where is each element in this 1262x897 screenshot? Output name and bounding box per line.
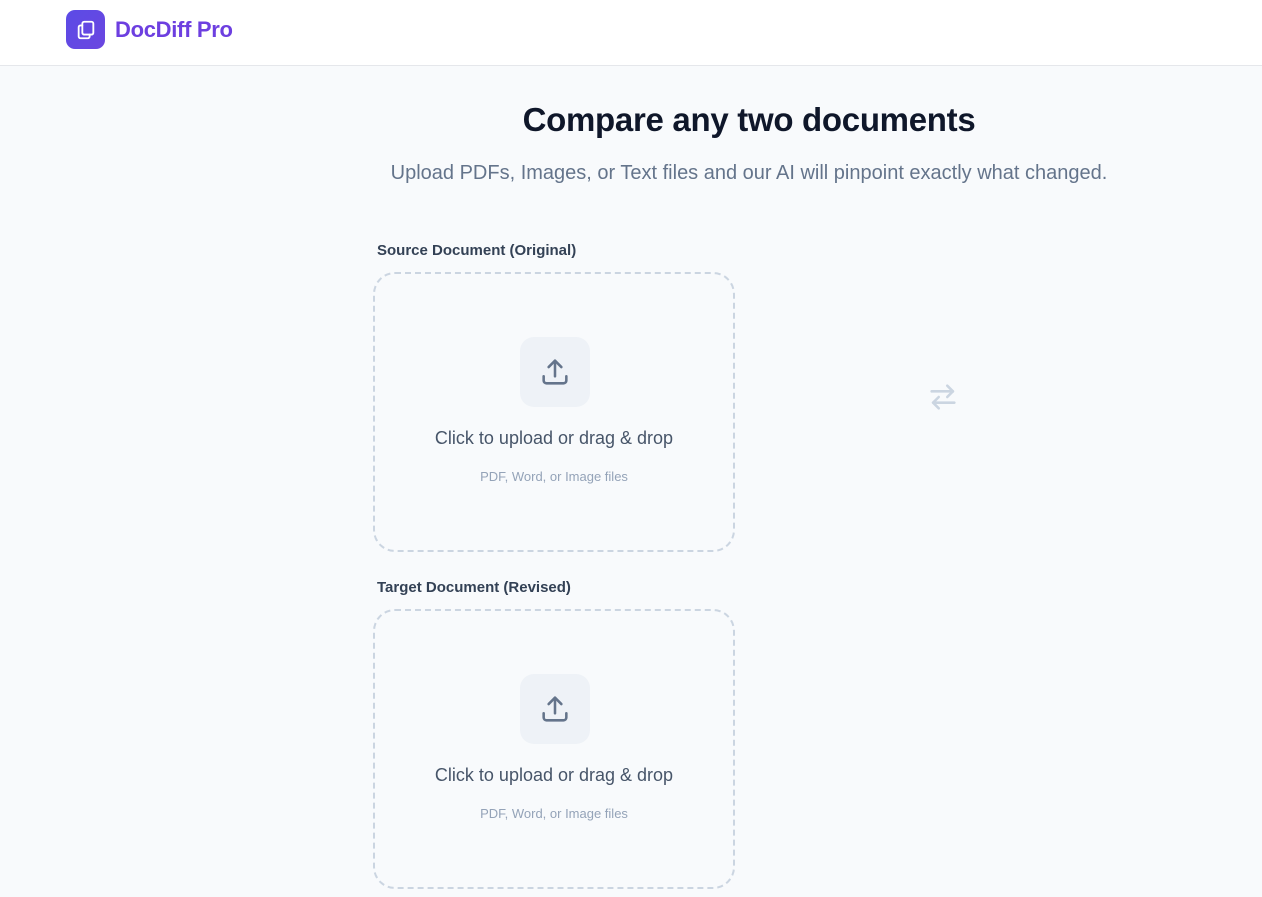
source-upload-text: Click to upload or drag & drop — [434, 428, 674, 448]
target-file-types: PDF, Word, or Image files — [480, 806, 628, 821]
logo[interactable] — [66, 10, 105, 49]
source-upload-icon-box — [520, 337, 590, 407]
page-subtitle: Upload PDFs, Images, or Text files and o… — [390, 162, 1108, 184]
source-document-label: Source Document (Original) — [377, 242, 577, 259]
copy-icon — [77, 20, 94, 39]
upload-icon — [542, 696, 568, 722]
target-dropzone[interactable]: Click to upload or drag & drop PDF, Word… — [373, 609, 735, 889]
source-file-types: PDF, Word, or Image files — [480, 469, 628, 484]
target-upload-text: Click to upload or drag & drop — [434, 765, 674, 785]
source-dropzone[interactable]: Click to upload or drag & drop PDF, Word… — [373, 272, 735, 552]
swap-arrows-icon[interactable] — [926, 380, 960, 414]
page-title: Compare any two documents — [522, 101, 976, 138]
upload-icon — [542, 359, 568, 385]
app-header: DocDiff Pro — [0, 0, 1262, 66]
target-upload-icon-box — [520, 674, 590, 744]
brand-name[interactable]: DocDiff Pro — [115, 17, 233, 43]
target-document-label: Target Document (Revised) — [377, 579, 571, 596]
